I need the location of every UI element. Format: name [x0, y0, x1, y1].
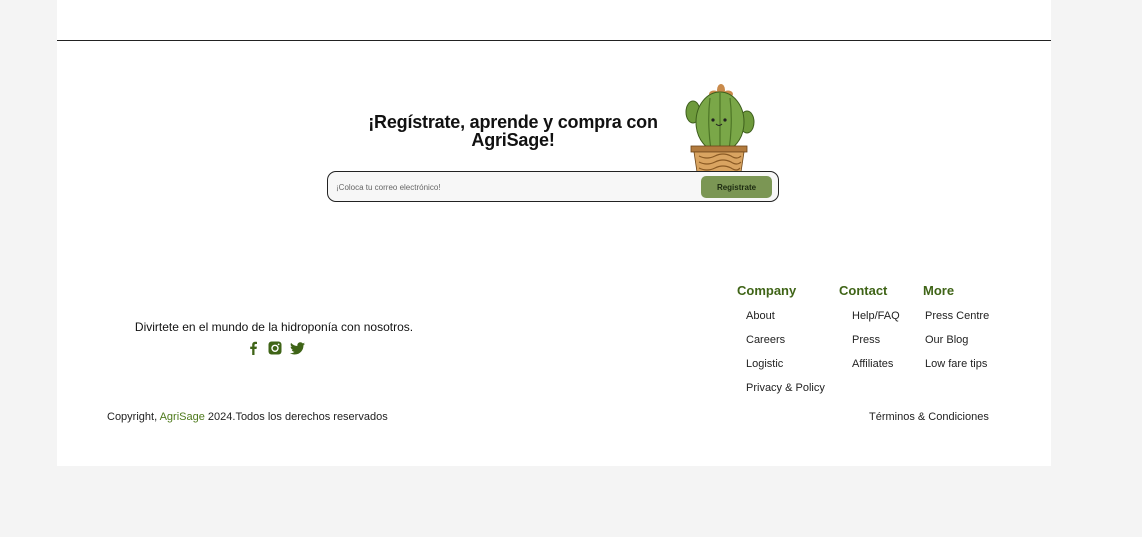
register-button[interactable]: Registrate	[701, 176, 772, 198]
social-links	[245, 340, 305, 356]
footer-column-contact: Contact Help/FAQ Press Affiliates	[839, 282, 900, 376]
column-title-more: More	[923, 283, 955, 298]
facebook-icon[interactable]	[245, 340, 261, 356]
footer-link-blog[interactable]: Our Blog	[925, 328, 989, 352]
footer-panel: ¡Regístrate, aprende y compra con AgriSa…	[57, 0, 1051, 466]
footer-column-more: More Press Centre Our Blog Low fare tips	[923, 282, 989, 376]
newsletter-form: Registrate	[327, 171, 779, 202]
footer-link-help[interactable]: Help/FAQ	[852, 304, 900, 328]
newsletter-title: ¡Regístrate, aprende y compra con AgriSa…	[368, 112, 658, 150]
footer-link-press-centre[interactable]: Press Centre	[925, 304, 989, 328]
copyright-suffix: 2024.Todos los derechos reservados	[204, 411, 388, 423]
footer-link-low-fare[interactable]: Low fare tips	[925, 352, 989, 376]
footer-link-about[interactable]: About	[746, 304, 825, 328]
column-title-company: Company	[737, 283, 797, 298]
footer-link-affiliates[interactable]: Affiliates	[852, 352, 900, 376]
column-title-contact: Contact	[839, 283, 888, 298]
brand-name: AgriSage	[159, 411, 205, 423]
twitter-icon[interactable]	[289, 340, 305, 356]
footer-tagline: Divirtete en el mundo de la hidroponía c…	[134, 320, 414, 334]
instagram-icon[interactable]	[267, 340, 283, 356]
footer-column-company: Company About Careers Logistic Privacy &…	[737, 282, 825, 400]
footer-link-logistic[interactable]: Logistic	[746, 352, 825, 376]
footer-link-privacy[interactable]: Privacy & Policy	[746, 376, 825, 400]
footer-link-careers[interactable]: Careers	[746, 328, 825, 352]
terms-link[interactable]: Términos & Condiciones	[869, 411, 989, 423]
footer-link-press[interactable]: Press	[852, 328, 900, 352]
copyright-text: Copyright, AgriSage 2024.Todos los derec…	[107, 411, 388, 423]
copyright-prefix: Copyright,	[107, 411, 160, 423]
cactus-illustration	[685, 84, 755, 173]
email-input[interactable]	[336, 178, 696, 196]
top-divider	[57, 40, 1051, 41]
